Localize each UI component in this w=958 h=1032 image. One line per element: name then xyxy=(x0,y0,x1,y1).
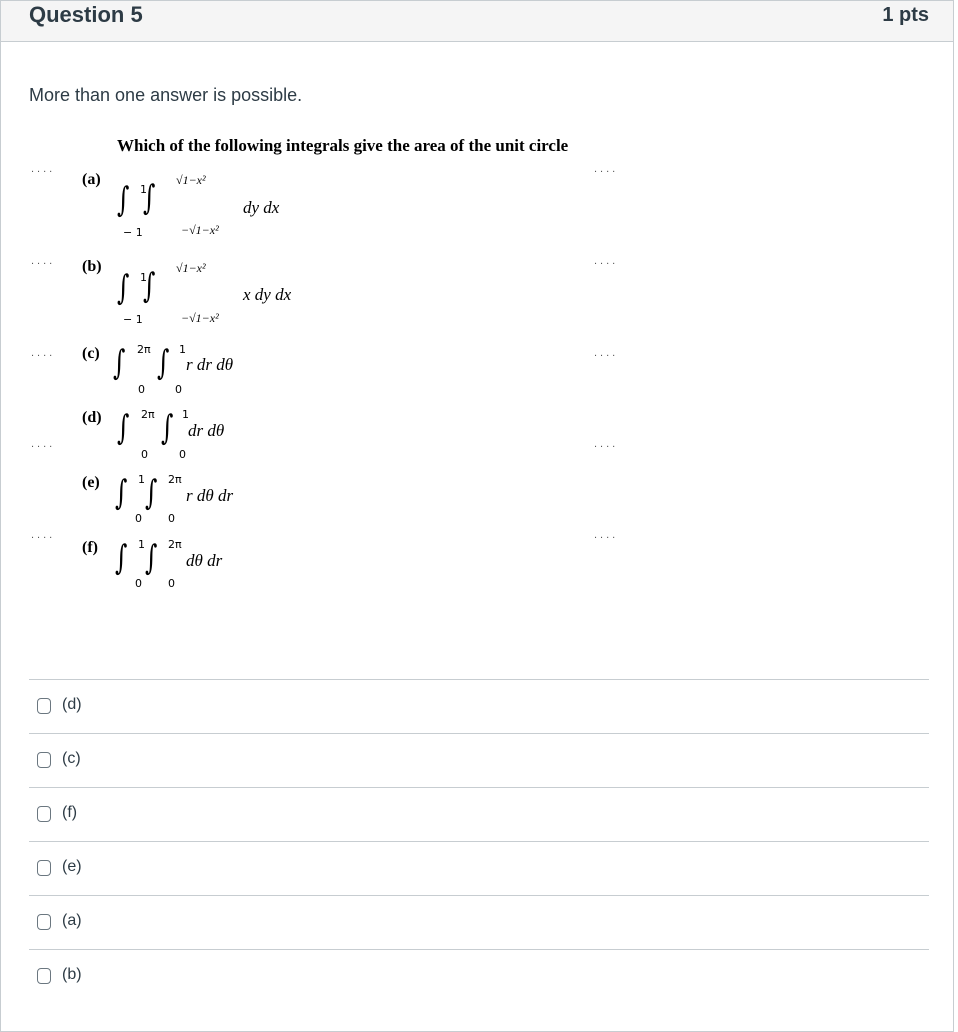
integral-sign-inner: ∫ xyxy=(145,473,158,513)
dot-marker: .... xyxy=(594,347,619,359)
lower-limit: −√1−x² xyxy=(181,311,219,325)
option-c-label: (c) xyxy=(82,345,100,362)
answer-option[interactable]: (c) xyxy=(29,733,929,787)
lower-limit: 0 xyxy=(168,577,175,590)
lower-limit: − 1 xyxy=(123,313,143,326)
question-points: 1 pts xyxy=(882,4,929,26)
lower-limit: 0 xyxy=(141,448,148,461)
option-e-label: (e) xyxy=(82,474,100,491)
upper-limit: 1 xyxy=(138,473,145,486)
checkbox[interactable] xyxy=(37,752,51,768)
question-card: Question 5 1 pts More than one answer is… xyxy=(0,0,954,1032)
answer-label: (a) xyxy=(62,912,82,929)
integral-sign-outer: ∫ xyxy=(115,538,128,578)
dot-marker: .... xyxy=(594,529,619,541)
integral-sign-outer: ∫ xyxy=(113,343,126,383)
answer-option[interactable]: (a) xyxy=(29,895,929,949)
answer-list: (d) (c) (f) (e) (a) (b) xyxy=(29,679,929,1003)
checkbox[interactable] xyxy=(37,860,51,876)
lower-limit: 0 xyxy=(179,448,186,461)
answer-option[interactable]: (d) xyxy=(29,679,929,733)
upper-limit: 1 xyxy=(138,538,145,551)
lower-limit: 0 xyxy=(138,383,145,396)
dot-marker: .... xyxy=(31,347,56,359)
option-d-label: (d) xyxy=(82,409,102,426)
option-f-label: (f) xyxy=(82,539,98,556)
answer-label: (f) xyxy=(62,804,78,821)
checkbox[interactable] xyxy=(37,806,51,822)
option-a-label: (a) xyxy=(82,171,101,188)
answer-option[interactable]: (e) xyxy=(29,841,929,895)
lower-limit: 0 xyxy=(168,512,175,525)
upper-limit: 2π xyxy=(137,343,151,356)
integral-sign-outer: ∫ xyxy=(117,180,130,220)
problem-image: Which of the following integrals give th… xyxy=(31,131,641,601)
integrand: r dθ dr xyxy=(186,486,234,505)
option-b-label: (b) xyxy=(82,258,102,275)
lower-limit: − 1 xyxy=(123,226,143,239)
integral-sign-outer: ∫ xyxy=(115,473,128,513)
dot-marker: .... xyxy=(31,529,56,541)
integrand: dr dθ xyxy=(188,421,225,440)
dot-marker: .... xyxy=(594,163,619,175)
upper-limit: 2π xyxy=(168,538,182,551)
upper-limit: √1−x² xyxy=(176,261,206,275)
lower-limit: 0 xyxy=(175,383,182,396)
integral-sign-inner: ∫ xyxy=(145,538,158,578)
question-instructions: More than one answer is possible. xyxy=(29,85,303,105)
upper-limit: 2π xyxy=(141,408,155,421)
upper-limit: 1 xyxy=(179,343,186,356)
lower-limit: 0 xyxy=(135,577,142,590)
question-header: Question 5 1 pts xyxy=(1,1,953,42)
lower-limit: 0 xyxy=(135,512,142,525)
answer-option[interactable]: (b) xyxy=(29,949,929,1003)
answer-label: (b) xyxy=(62,966,82,983)
checkbox[interactable] xyxy=(37,698,51,714)
integral-sign-inner: ∫ xyxy=(161,408,174,448)
integral-sign-outer: ∫ xyxy=(117,268,130,308)
problem-prompt: Which of the following integrals give th… xyxy=(117,136,569,155)
dot-marker: .... xyxy=(31,438,56,450)
dot-marker: .... xyxy=(31,163,56,175)
integral-sign-inner: ∫ xyxy=(143,178,156,218)
integral-sign-inner: ∫ xyxy=(143,266,156,306)
upper-limit: 1 xyxy=(182,408,189,421)
integral-sign-inner: ∫ xyxy=(157,343,170,383)
upper-limit: 2π xyxy=(168,473,182,486)
lower-limit: −√1−x² xyxy=(181,223,219,237)
checkbox[interactable] xyxy=(37,914,51,930)
checkbox[interactable] xyxy=(37,968,51,984)
integrand: dθ dr xyxy=(186,551,223,570)
dot-marker: .... xyxy=(31,255,56,267)
integrand: dy dx xyxy=(243,198,280,217)
upper-limit: √1−x² xyxy=(176,173,206,187)
answer-label: (e) xyxy=(62,858,82,875)
answer-option[interactable]: (f) xyxy=(29,787,929,841)
integrand: x dy dx xyxy=(243,285,292,304)
integrand: r dr dθ xyxy=(186,355,234,374)
dot-marker: .... xyxy=(594,438,619,450)
dot-marker: .... xyxy=(594,255,619,267)
answer-label: (c) xyxy=(62,750,81,767)
question-title: Question 5 xyxy=(29,2,143,27)
integral-sign-outer: ∫ xyxy=(117,408,130,448)
answer-label: (d) xyxy=(62,696,82,713)
